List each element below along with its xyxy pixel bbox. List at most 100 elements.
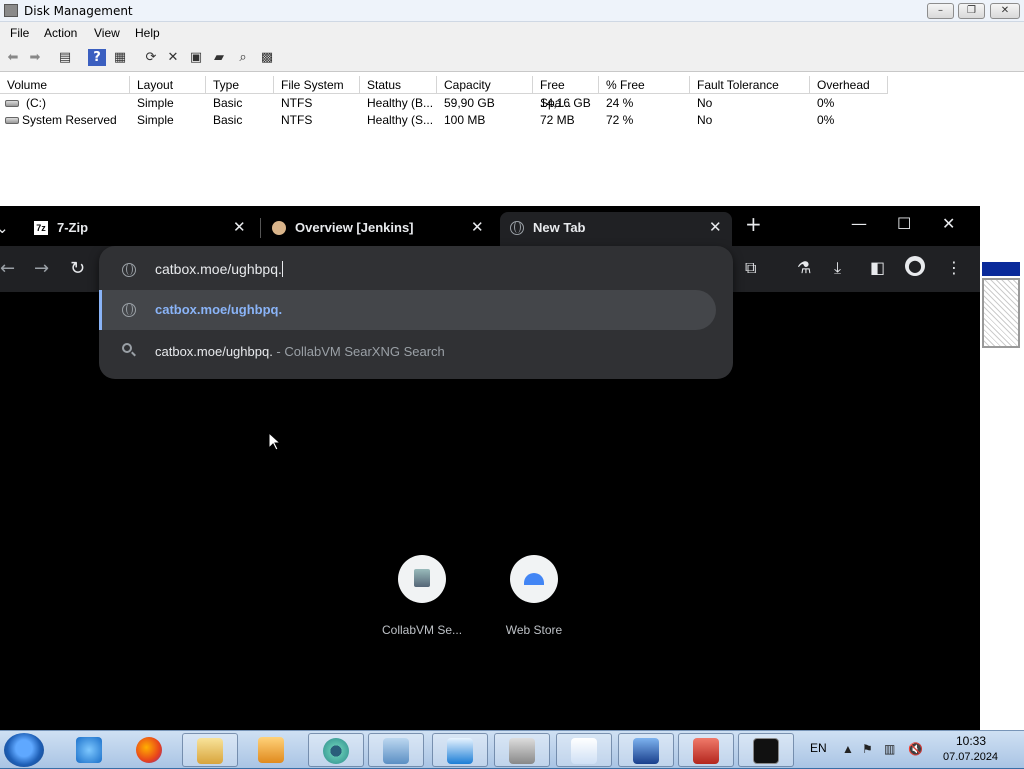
col-type[interactable]: Type [206, 76, 274, 94]
partition-bar[interactable] [982, 262, 1020, 276]
properties-icon[interactable]: ▦ [111, 49, 129, 66]
address-input[interactable]: catbox.moe/ughbpq. [155, 261, 283, 277]
reload-icon[interactable]: ↻ [70, 258, 85, 279]
profile-icon[interactable]: ● [905, 256, 925, 276]
remote-desktop-icon [447, 738, 473, 764]
downloads-icon[interactable]: ⤓ [834, 258, 841, 278]
network-tray-icon[interactable]: ▥ [884, 742, 895, 756]
close-tab-icon[interactable]: ✕ [709, 218, 722, 236]
explore-icon[interactable]: ⌕ [234, 49, 252, 66]
check-icon[interactable]: ▣ [187, 49, 205, 66]
chromium-icon [323, 738, 349, 764]
close-tab-icon[interactable]: ✕ [471, 218, 484, 236]
back-icon[interactable]: ← [0, 258, 15, 279]
start-button[interactable] [4, 733, 44, 767]
taskbar-media-player[interactable] [244, 733, 300, 767]
drive-icon [5, 117, 19, 124]
refresh-icon[interactable]: ⟳ [142, 49, 160, 66]
settings-icon[interactable]: ▩ [258, 49, 276, 66]
taskbar-file-explorer[interactable] [182, 733, 238, 767]
minimize-button[interactable]: – [927, 3, 954, 19]
show-hidden-icons-icon[interactable]: ▲ [842, 742, 854, 756]
col-file-system[interactable]: File System [274, 76, 360, 94]
clock-time[interactable]: 10:33 [956, 734, 986, 748]
firefox-icon [136, 737, 162, 763]
language-indicator[interactable]: EN [810, 741, 827, 755]
taskbar-chromium[interactable] [308, 733, 364, 767]
tab-search-button[interactable]: ⌄ [0, 212, 9, 246]
menu-action[interactable]: Action [44, 26, 77, 40]
disk-graphical-pane [980, 206, 1024, 706]
delete-icon[interactable]: ✕ [164, 49, 182, 66]
restore-button[interactable]: ❐ [958, 3, 985, 19]
close-window-icon[interactable]: ✕ [942, 214, 955, 233]
tab-7zip[interactable]: 7z 7-Zip ✕ [24, 212, 256, 246]
cell-fault-tolerance: No [697, 96, 713, 110]
col-capacity[interactable]: Capacity [437, 76, 533, 94]
taskbar-computer-management[interactable] [368, 733, 424, 767]
volume-muted-icon[interactable]: 🔇 [908, 742, 923, 756]
menu-file[interactable]: File [10, 26, 29, 40]
col-volume[interactable]: Volume [0, 76, 130, 94]
cell-overhead: 0% [817, 113, 835, 127]
col-status[interactable]: Status [360, 76, 437, 94]
menu-view[interactable]: View [94, 26, 120, 40]
jenkins-icon [272, 221, 286, 235]
minimize-icon[interactable]: — [851, 214, 867, 233]
forward-icon[interactable]: → [34, 258, 49, 279]
title-bar[interactable]: Disk Management – ❐ ✕ [0, 0, 1024, 22]
back-icon[interactable]: ⬅ [4, 49, 22, 66]
tab-label: Overview [Jenkins] [295, 220, 414, 235]
open-icon[interactable]: ▰ [210, 49, 228, 66]
cell-status: Healthy (S... [367, 113, 434, 127]
document-icon [571, 738, 597, 764]
close-tab-icon[interactable]: ✕ [233, 218, 246, 236]
computer-management-icon [383, 738, 409, 764]
cell-free-space: 72 MB [540, 113, 575, 127]
taskbar-remote-desktop[interactable] [432, 733, 488, 767]
forward-icon[interactable]: ➡ [26, 49, 44, 66]
help-icon[interactable]: ? [88, 49, 106, 66]
cell-file-system: NTFS [281, 96, 313, 110]
globe-icon [510, 221, 524, 235]
extensions-icon[interactable]: ⧉ [745, 258, 756, 278]
drive-icon [5, 100, 19, 107]
menu-help[interactable]: Help [135, 26, 160, 40]
taskbar-network[interactable] [618, 733, 674, 767]
col-free-space[interactable]: Free Spa... [533, 76, 599, 110]
disk-tool-icon [509, 738, 535, 764]
cell-volume: System Reserved [22, 113, 117, 127]
close-button[interactable]: ✕ [990, 3, 1020, 19]
taskbar-firefox[interactable] [122, 733, 178, 767]
col-percent-free[interactable]: % Free [599, 76, 690, 94]
partition-block[interactable] [982, 278, 1020, 348]
new-tab-button[interactable]: + [745, 212, 762, 236]
cell-layout: Simple [137, 96, 174, 110]
tab-new-tab[interactable]: New Tab ✕ [500, 212, 732, 246]
col-layout[interactable]: Layout [130, 76, 206, 94]
chrome-window: ⌄ 7z 7-Zip ✕ Overview [Jenkins] ✕ New Ta… [0, 206, 980, 730]
taskbar-document[interactable] [556, 733, 612, 767]
labs-icon[interactable]: ⚗ [797, 258, 811, 277]
tab-label: New Tab [533, 220, 586, 235]
menu-icon[interactable]: ⋮ [946, 258, 962, 277]
taskbar-internet-explorer[interactable] [62, 733, 118, 767]
taskbar-disk-tool[interactable] [494, 733, 550, 767]
globe-icon [122, 303, 136, 317]
tab-jenkins[interactable]: Overview [Jenkins] ✕ [262, 212, 494, 246]
shortcut-web-store[interactable]: Web Store [494, 555, 574, 637]
clock-date[interactable]: 07.07.2024 [943, 751, 998, 763]
internet-explorer-icon [76, 737, 102, 763]
shortcut-collabvm[interactable]: CollabVM Se... [382, 555, 462, 637]
side-panel-icon[interactable]: ◧ [870, 258, 885, 277]
selection-accent [99, 290, 102, 330]
cell-type: Basic [213, 96, 243, 110]
suggestion-url[interactable]: catbox.moe/ughbpq. [99, 290, 716, 330]
col-fault-tolerance[interactable]: Fault Tolerance [690, 76, 810, 94]
taskbar-toolbox[interactable] [678, 733, 734, 767]
action-center-flag-icon[interactable]: ⚑ [862, 742, 873, 756]
taskbar-cmd[interactable] [738, 733, 794, 767]
col-overhead[interactable]: Overhead [810, 76, 888, 94]
show-hide-tree-icon[interactable]: ▤ [56, 49, 74, 66]
maximize-icon[interactable]: ☐ [897, 214, 911, 233]
